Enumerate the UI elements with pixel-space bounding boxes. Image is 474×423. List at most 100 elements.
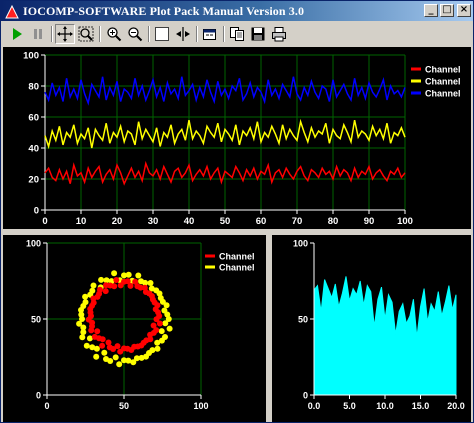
pause-button[interactable] [28,24,48,44]
x-tick-label: 100 [193,401,208,411]
x-tick-label: 40 [184,216,195,227]
y-tick-label: 60 [28,113,39,124]
scatter-point [138,278,144,285]
y-tick-label: 0 [303,391,308,401]
printer-icon [272,27,286,42]
scatter-point [149,347,156,354]
scatter-point [113,277,120,283]
x-tick-label: 50 [119,401,129,411]
x-tick-label: 15.0 [412,401,430,411]
scatter-point [162,334,168,340]
x-tick-label: 0 [42,216,47,227]
x-tick-label: 60 [256,216,267,227]
x-tick-label: 100 [397,216,413,227]
legend-label: Channel [425,89,461,99]
scatter-point [161,307,168,314]
edit-window-icon [203,29,216,40]
x-tick-label: 10.0 [376,401,394,411]
zoom-out-button[interactable] [125,24,145,44]
y-tick-label: 50 [298,315,308,325]
x-tick-label: 0.0 [308,401,321,411]
scatter-point [154,345,161,352]
y-tick-label: 0 [34,206,39,217]
zoom-box-icon [78,26,94,42]
save-button[interactable] [248,24,268,44]
scatter-point [98,276,105,283]
x-tick-label: 90 [364,216,375,227]
scatter-chart[interactable]: 0 50 100 0 50 100 ChannelChannel [3,235,266,422]
scatter-point [93,345,100,352]
scatter-point [94,328,101,335]
copy-icon [230,27,244,41]
minimize-button[interactable]: _ [424,4,438,17]
y-tick-label: 80 [28,82,39,93]
x-tick-label: 5.0 [343,401,356,411]
select-box-icon [155,27,169,41]
scatter-point [79,334,86,341]
scatter-point [83,342,90,349]
print-button[interactable] [269,24,289,44]
toolbar-separator [223,26,225,42]
maximize-button[interactable]: □ [440,4,454,17]
legend-label: Channel [219,252,255,262]
y-tick-label: 100 [26,239,41,249]
title-bar[interactable]: IOCOMP-SOFTWARE Plot Pack Manual Version… [1,1,473,21]
scatter-point [102,288,109,295]
scatter-point [135,272,142,279]
zoom-out-icon [128,27,143,42]
bottom-right-plot-panel: 0.0 5.0 10.0 15.0 20.0 0 50 100 [272,235,471,422]
y-tick-label: 100 [293,239,308,249]
line-chart[interactable]: 0 10 20 30 40 50 60 70 80 90 100 0 20 40 60 80 100 Channe… [3,47,471,229]
legend-label: Channel [219,263,255,273]
area-chart[interactable]: 0.0 5.0 10.0 15.0 20.0 0 50 100 [272,235,471,422]
scatter-point [103,282,109,289]
bottom-left-plot-panel: 0 50 100 0 50 100 Channel Channel [3,235,266,422]
x-tick-label: 20.0 [447,401,465,411]
scatter-point [147,280,154,286]
app-icon [5,4,19,19]
zoom-in-button[interactable] [104,24,124,44]
scatter-point [99,342,106,349]
select-button[interactable] [152,24,172,44]
scatter-point [132,278,139,285]
scatter-point [117,282,124,289]
scatter-point [121,272,127,279]
cursor-button[interactable] [173,24,193,44]
scatter-point [93,353,100,360]
toolbar [1,23,473,45]
toolbar-separator [148,26,150,42]
y-tick-label: 40 [28,144,39,155]
area-fill [313,276,457,396]
scatter-point [82,293,89,300]
zoom-in-icon [107,27,122,42]
x-tick-label: 10 [76,216,87,227]
play-icon [13,28,22,40]
x-tick-label: 0 [44,401,49,411]
toolbar-separator [196,26,198,42]
move-cross-icon [57,26,73,42]
scatter-point [99,336,106,343]
window-title: IOCOMP-SOFTWARE Plot Pack Manual Version… [23,4,305,18]
toolbar-separator [99,26,101,42]
zoom-box-button[interactable] [76,24,96,44]
scatter-point [153,316,160,323]
play-button[interactable] [7,24,27,44]
pan-button[interactable] [55,24,75,44]
scatter-point [150,322,157,329]
top-plot-panel: 0 10 20 30 40 50 60 70 80 90 100 0 20 40 60 80 100 Channe… [3,47,471,229]
y-tick-label: 100 [23,51,39,62]
scatter-point [101,349,108,356]
edit-button[interactable] [200,24,220,44]
y-tick-label: 20 [28,175,39,186]
copy-button[interactable] [227,24,247,44]
data-cursor-icon [176,27,190,41]
scatter-point [166,325,173,332]
scatter-point [111,270,118,277]
x-tick-label: 20 [112,216,123,227]
x-tick-label: 30 [148,216,159,227]
toolbar-separator [51,26,53,42]
app-window: IOCOMP-SOFTWARE Plot Pack Manual Version… [0,0,474,423]
close-button[interactable]: × [457,4,471,17]
scatter-point [158,328,165,335]
legend-label: Channel [425,77,461,87]
